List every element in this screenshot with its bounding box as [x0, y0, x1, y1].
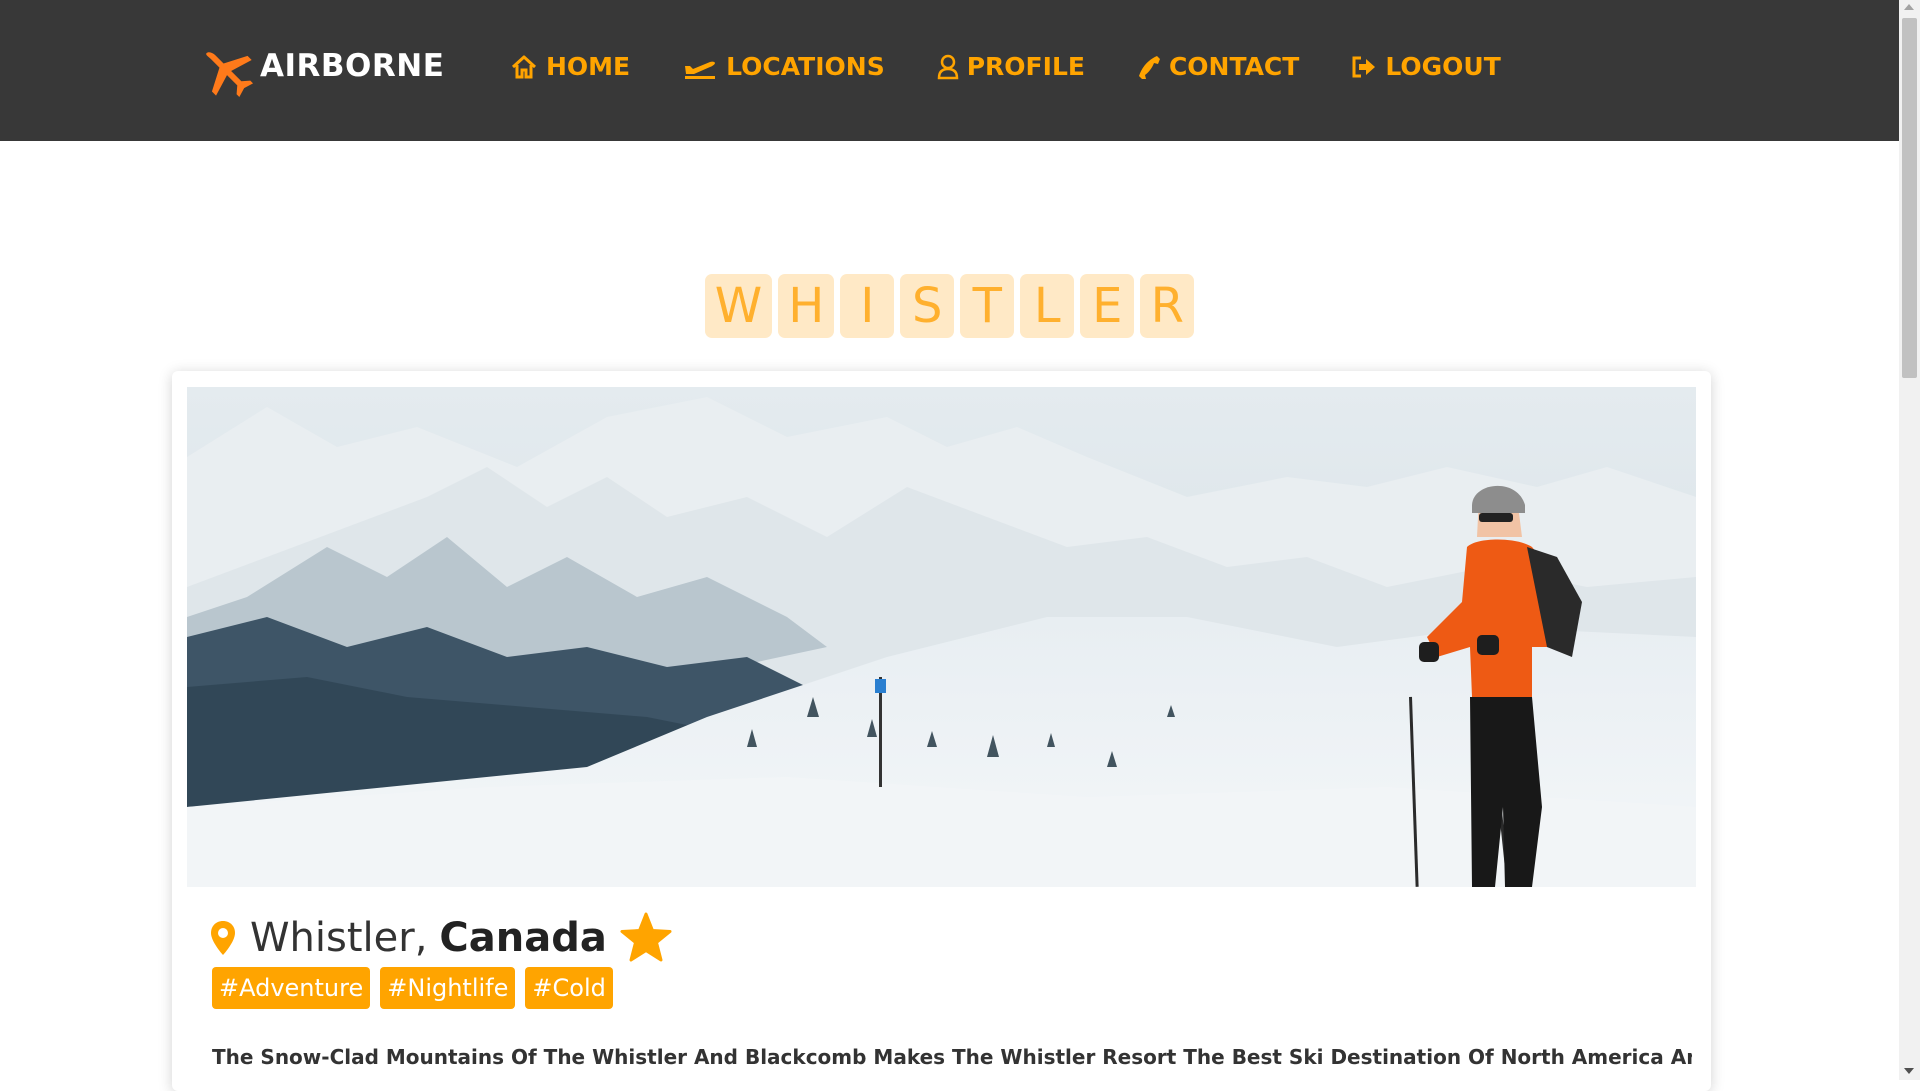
tag-nightlife[interactable]: #Nightlife [380, 967, 516, 1009]
destination-title: W H I S T L E R [0, 274, 1899, 338]
title-letter: S [900, 274, 955, 338]
brand-name: AIRBORNE [260, 48, 445, 84]
scroll-thumb[interactable] [1902, 18, 1917, 378]
brand-logo[interactable]: AIRBORNE [196, 40, 444, 102]
nav-home[interactable]: HOME [510, 52, 630, 81]
hero-image [187, 387, 1696, 887]
main-nav: HOME LOCATIONS PROFILE CONTACT LOGOUT [510, 52, 1553, 81]
tag-adventure[interactable]: #Adventure [212, 967, 371, 1009]
title-letter: T [960, 274, 1015, 338]
nav-locations[interactable]: LOCATIONS [682, 52, 885, 81]
nav-profile-label: PROFILE [966, 52, 1085, 81]
city-name: Whistler, [250, 915, 428, 961]
scroll-up-arrow-icon[interactable] [1904, 4, 1914, 10]
phone-icon [1138, 55, 1160, 79]
country-name: Canada [439, 915, 607, 961]
nav-locations-label: LOCATIONS [726, 52, 885, 81]
title-letter: R [1140, 274, 1195, 338]
user-icon [937, 54, 958, 79]
nav-contact-label: CONTACT [1168, 52, 1300, 81]
nav-contact[interactable]: CONTACT [1137, 52, 1299, 81]
title-letter: L [1020, 274, 1075, 338]
star-icon[interactable] [619, 912, 673, 964]
title-letter: E [1080, 274, 1135, 338]
nav-profile[interactable]: PROFILE [937, 52, 1085, 81]
scroll-down-arrow-icon[interactable] [1904, 1068, 1914, 1074]
nav-logout-label: LOGOUT [1385, 52, 1501, 81]
destination-card: Whistler, Canada #Adventure #Nightlife #… [172, 371, 1711, 1091]
tag-cold[interactable]: #Cold [525, 967, 613, 1009]
sign-out-icon [1352, 56, 1376, 77]
page-scrollbar[interactable] [1899, 0, 1920, 1080]
title-letter: W [704, 274, 773, 338]
title-letter: I [840, 274, 895, 338]
home-icon [511, 55, 537, 78]
nav-logout[interactable]: LOGOUT [1351, 52, 1501, 81]
location-heading: Whistler, Canada [210, 912, 673, 964]
tag-list: #Adventure #Nightlife #Cold [212, 967, 623, 1009]
plane-departure-icon [685, 61, 716, 79]
map-marker-icon [211, 921, 235, 955]
destination-description: The Snow-Clad Mountains Of The Whistler … [212, 1045, 1692, 1069]
top-navbar: AIRBORNE HOME LOCATIONS PROFILE CONTACT … [0, 0, 1899, 141]
nav-home-label: HOME [546, 52, 631, 81]
airplane-icon [206, 52, 254, 98]
title-letter: H [778, 274, 835, 338]
